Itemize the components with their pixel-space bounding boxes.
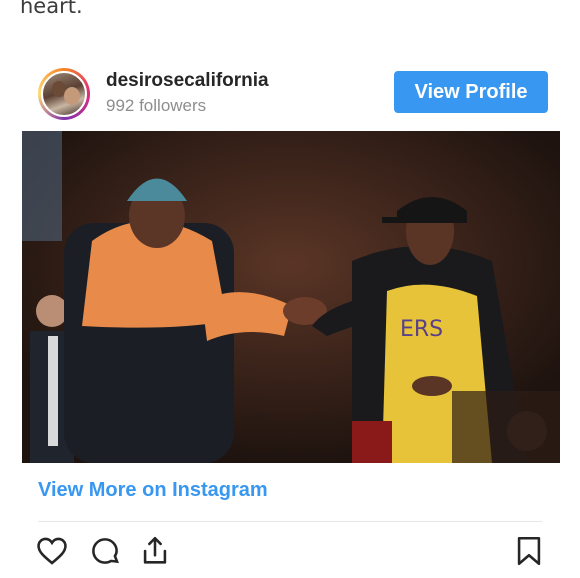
view-profile-button[interactable]: View Profile: [394, 71, 548, 113]
article-text: heart.: [20, 0, 83, 18]
view-more-on-instagram-link[interactable]: View More on Instagram: [38, 479, 268, 502]
avatar-image: [41, 71, 87, 117]
username[interactable]: desirosecalifornia: [106, 70, 269, 92]
post-image[interactable]: ERS: [22, 131, 560, 463]
heart-icon[interactable]: [35, 534, 69, 568]
instagram-embed-header: desirosecalifornia 992 followers View Pr…: [38, 68, 548, 122]
bookmark-icon[interactable]: [512, 534, 546, 568]
post-photo: ERS: [22, 131, 560, 463]
share-icon[interactable]: [138, 534, 172, 568]
comment-icon[interactable]: [88, 534, 122, 568]
avatar[interactable]: [38, 68, 90, 120]
svg-text:ERS: ERS: [400, 317, 443, 342]
follower-count: 992 followers: [106, 96, 207, 115]
divider: [38, 521, 542, 522]
